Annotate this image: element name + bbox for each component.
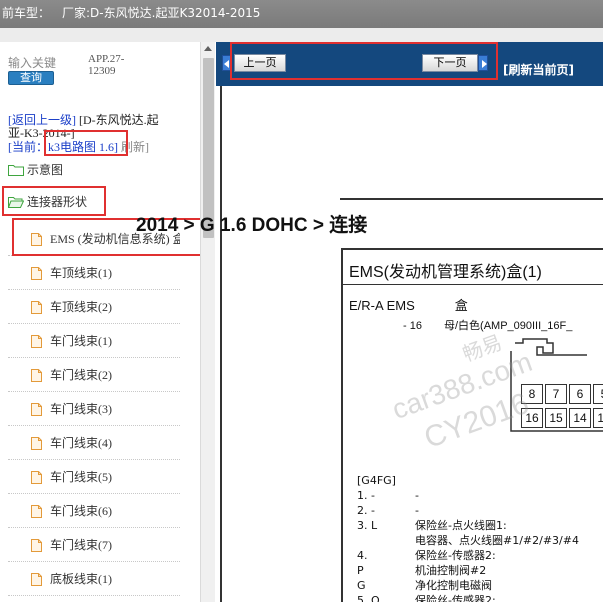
title-label: 前车型： — [2, 6, 51, 20]
engine-code: [G4FG] — [357, 474, 396, 487]
list-item-label: 车门线束(4) — [50, 436, 112, 450]
connector-pin: 7 — [545, 384, 567, 404]
pin-number: 3. L — [357, 519, 378, 532]
viewer-toolbar: 上一页 下一页 [刷新当前页] — [216, 42, 603, 86]
document-icon — [31, 505, 42, 518]
pin-row: 1. - - — [357, 488, 419, 503]
connector-pincount: - 16 — [403, 320, 422, 332]
document-icon — [31, 301, 42, 314]
connector-pin: 14 — [569, 408, 591, 428]
pin-row: 电容器、点火线圈#1/#2/#3/#4 — [357, 533, 579, 548]
pin-description: 净化控制电磁阀 — [415, 579, 492, 592]
list-item[interactable]: 底板线束(1) — [8, 562, 180, 596]
pin-description: 保险丝-传感器2: — [415, 594, 496, 602]
pin-row: G 净化控制电磁阀 — [357, 578, 492, 593]
list-item[interactable]: 车顶线束(1) — [8, 256, 180, 290]
doc-section-title: EMS(发动机管理系统)盒(1) — [349, 264, 542, 281]
left-scrollbar[interactable] — [200, 42, 215, 602]
pin-number: 2. - — [357, 504, 375, 517]
list-item[interactable]: 车门线束(1) — [8, 324, 180, 358]
scroll-up-icon[interactable] — [204, 46, 212, 51]
app-code: APP.27-12309 — [88, 53, 125, 77]
title-bar: 前车型： 厂家:D-东风悦达.起亚K32014-2015 — [0, 0, 603, 28]
pin-row: 5. O 保险丝-传感器2: — [357, 593, 496, 602]
list-item[interactable]: 车门线束(6) — [8, 494, 180, 528]
document-icon — [31, 437, 42, 450]
refresh-page-button[interactable]: [刷新当前页] — [503, 61, 574, 78]
highlight-paging — [230, 42, 498, 80]
folder-icon — [8, 164, 24, 176]
document-icon — [31, 539, 42, 552]
document-icon — [31, 267, 42, 280]
document-icon — [31, 573, 42, 586]
pin-number: 1. - — [357, 489, 375, 502]
pin-description: 保险丝-点火线圈1: — [415, 519, 507, 532]
list-item-label: 车门线束(3) — [50, 402, 112, 416]
pin-description: 保险丝-传感器2: — [415, 549, 496, 562]
list-item-label: 车顶线束(2) — [50, 300, 112, 314]
connector-pin: 13 — [593, 408, 603, 428]
connector-type: 盒 — [454, 298, 468, 313]
pin-description: 机油控制阀#2 — [415, 564, 487, 577]
document-icon — [31, 369, 42, 382]
list-item-label: 车门线束(5) — [50, 470, 112, 484]
pin-number: G — [357, 579, 366, 592]
pin-description: 电容器、点火线圈#1/#2/#3/#4 — [415, 534, 579, 547]
vehicle-title: 厂家:D-东风悦达.起亚K32014-2015 — [62, 6, 261, 20]
list-item-label: 底板线束(1) — [50, 572, 112, 586]
connector-id: E/R-A EMS — [349, 298, 415, 313]
connector-spec: 母/白色(AMP_090III_16F_ — [443, 320, 573, 332]
connector-pin: 6 — [569, 384, 591, 404]
list-item-label: 车门线束(7) — [50, 538, 112, 552]
list-item[interactable]: 车门线束(3) — [8, 392, 180, 426]
pin-number: 5. O — [357, 594, 380, 602]
current-prefix: [当前： — [8, 140, 48, 154]
pin-description: - — [415, 489, 419, 502]
document-icon — [31, 403, 42, 416]
list-item[interactable]: 车顶线束(2) — [8, 290, 180, 324]
document-icon — [31, 471, 42, 484]
highlight-current — [44, 130, 128, 156]
connector-pin: 5 — [593, 384, 603, 404]
back-link[interactable]: [返回上一级] — [8, 113, 76, 127]
pin-row: 3. L 保险丝-点火线圈1: — [357, 518, 507, 533]
document-icon — [31, 335, 42, 348]
title-bar-gap — [0, 28, 603, 42]
doc-section-rule — [341, 284, 603, 285]
list-item-label: 车顶线束(1) — [50, 266, 112, 280]
list-item[interactable]: 车门线束(2) — [8, 358, 180, 392]
tree-label-schematic: 示意图 — [27, 163, 64, 177]
pin-row: 4. 保险丝-传感器2: — [357, 548, 496, 563]
list-item-label: 车门线束(2) — [50, 368, 112, 382]
list-item[interactable]: 车门线束(5) — [8, 460, 180, 494]
list-item-label: 车门线束(6) — [50, 504, 112, 518]
highlight-connector — [2, 186, 106, 216]
pin-description: - — [415, 504, 419, 517]
search-button[interactable]: 查询 — [8, 71, 54, 85]
connector-pin: 15 — [545, 408, 567, 428]
pin-number: 4. — [357, 549, 368, 562]
connector-name: E/R-A EMS 盒 — [349, 295, 468, 314]
doc-title: 2014 > G 1.6 DOHC > 连接 — [136, 215, 368, 236]
doc-top-rule — [340, 198, 603, 200]
list-item[interactable]: 车门线束(4) — [8, 426, 180, 460]
tree-item-schematic[interactable]: 示意图 — [8, 160, 63, 180]
left-pane: 输入关键 查询 APP.27-12309 [返回上一级] [D-东风悦达.起亚-… — [0, 42, 200, 602]
app-window: 前车型： 厂家:D-东风悦达.起亚K32014-2015 输入关键 查询 APP.… — [0, 0, 603, 602]
search-label: 输入关键 — [8, 56, 57, 70]
list-item-label: 车门线束(1) — [50, 334, 112, 348]
pin-row: P 机油控制阀#2 — [357, 563, 486, 578]
pin-row: 2. - - — [357, 503, 419, 518]
pin-description-list: [G4FG] 1. - - 2. - - 3. L 保险丝-点火线圈1: 电容器、点火线圈#… — [357, 473, 579, 602]
pin-number: P — [357, 564, 364, 577]
list-item[interactable]: 车门线束(7) — [8, 528, 180, 562]
